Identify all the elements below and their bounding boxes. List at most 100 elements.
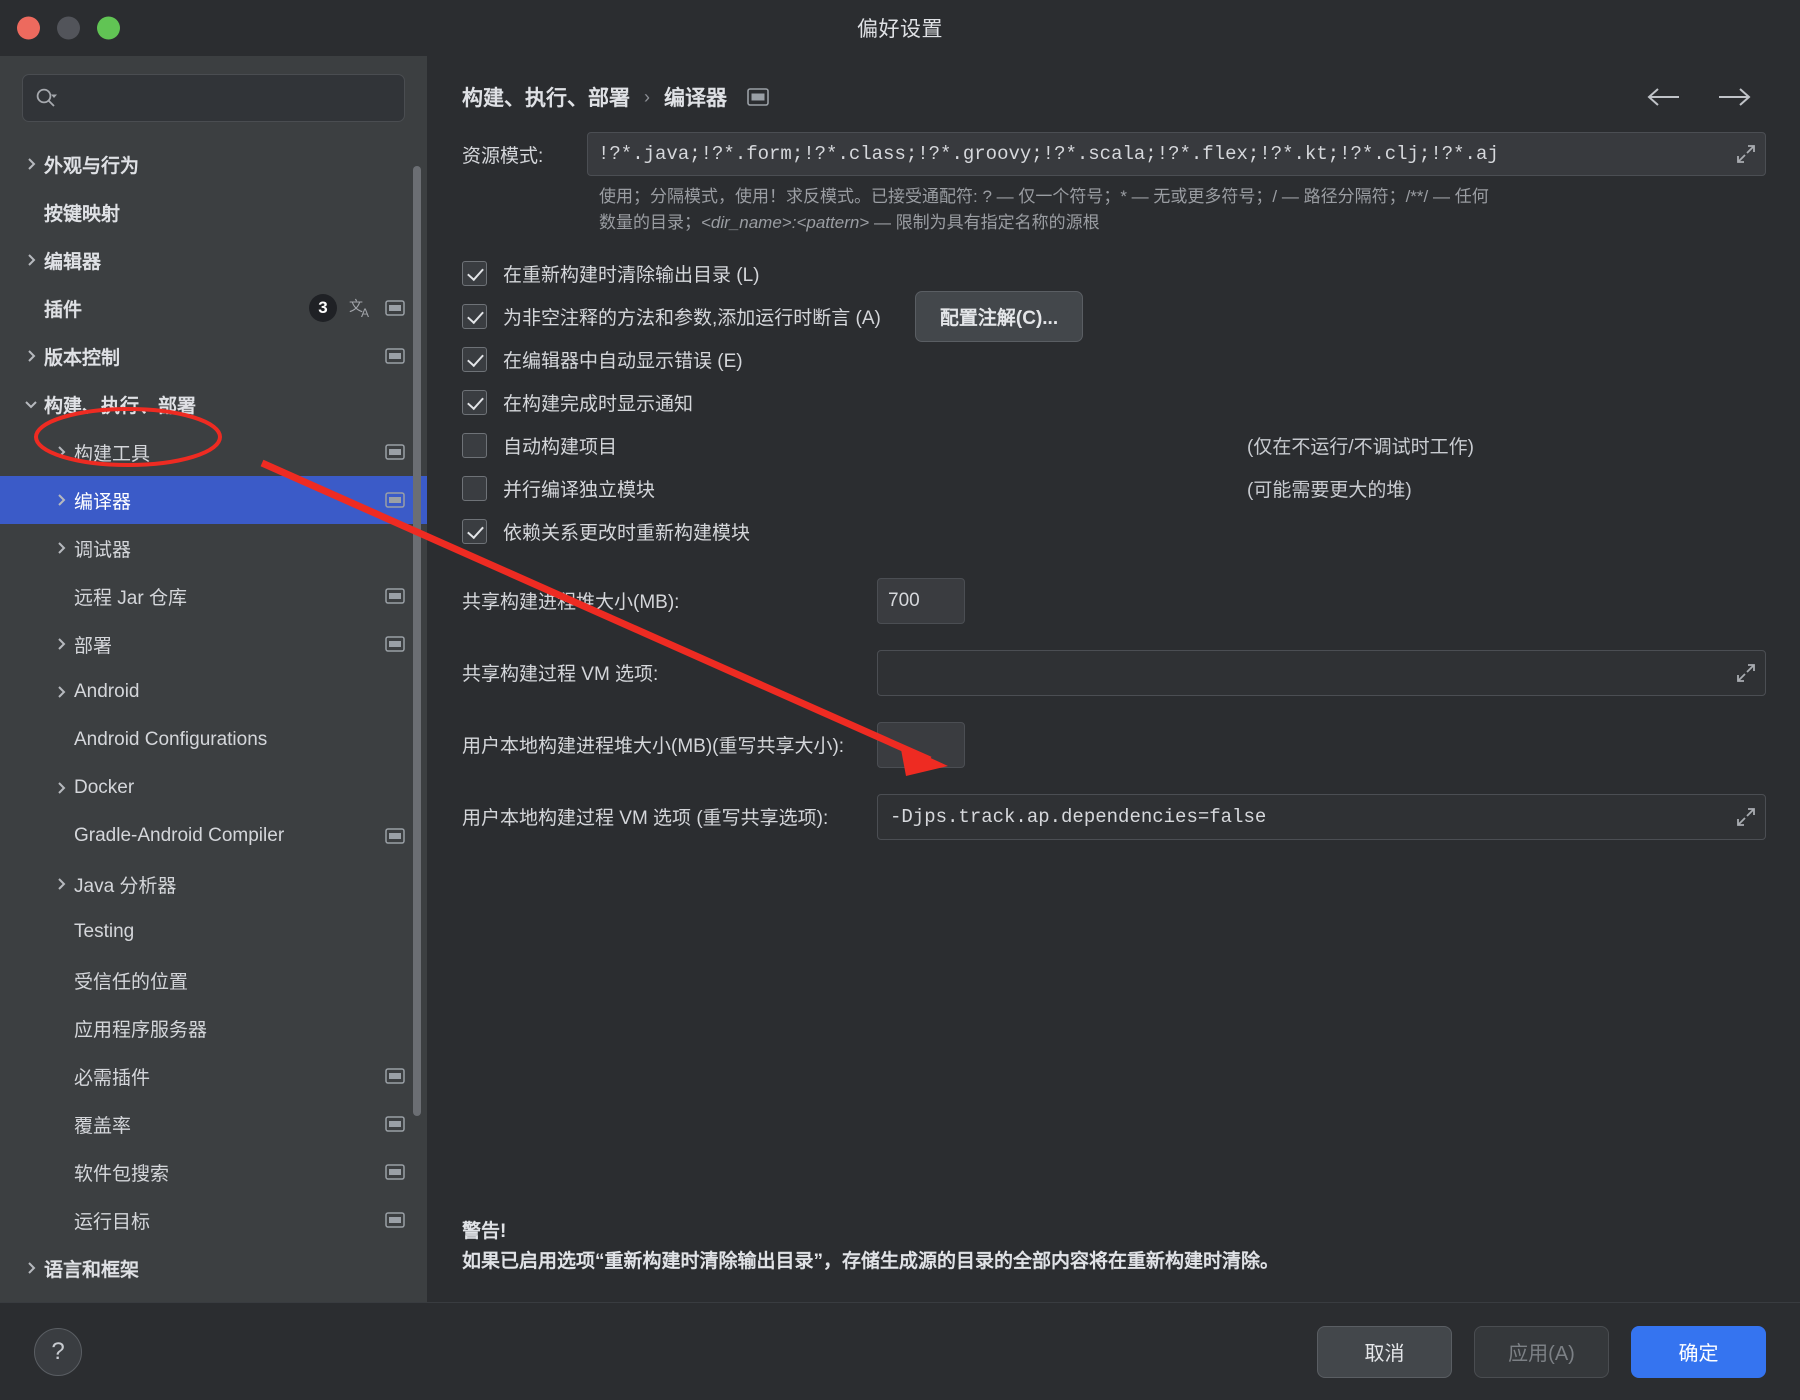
window-icon[interactable] [747,88,769,106]
zoom-button-icon[interactable] [97,16,120,40]
form-field-label: 共享构建进程堆大小(MB): [462,592,680,614]
sidebar-item[interactable]: 版本控制 [0,332,427,380]
minimize-button-icon[interactable] [57,16,80,40]
cancel-button[interactable]: 取消 [1317,1325,1452,1378]
checkbox-row[interactable]: 在重新构建时清除输出目录 (L) [462,253,1766,294]
ok-button[interactable]: 确定 [1631,1325,1766,1378]
chevron-down-icon[interactable] [18,396,44,412]
resource-patterns-input[interactable]: !?*.java;!?*.form;!?*.class;!?*.groovy;!… [587,132,1766,176]
close-button-icon[interactable] [17,16,40,40]
sidebar-item[interactable]: Android Configurations [0,716,427,764]
sidebar-item[interactable]: 部署 [0,620,427,668]
sidebar-item[interactable]: 编辑器 [0,236,427,284]
form-field-input[interactable] [877,649,1766,696]
checkbox-box[interactable] [462,346,487,372]
sidebar-item[interactable]: 远程 Jar 仓库 [0,572,427,620]
window-icon[interactable] [385,588,405,604]
sidebar-item[interactable]: 按键映射 [0,188,427,236]
form-field-input[interactable] [877,721,965,768]
sidebar-item[interactable]: 语言和框架 [0,1244,427,1292]
form-field-input[interactable]: 700 [877,577,965,624]
chevron-right-icon[interactable] [18,252,44,268]
chevron-right-icon[interactable] [48,444,74,460]
sidebar-item[interactable]: 应用程序服务器 [0,1004,427,1052]
window-icon[interactable] [385,492,405,508]
translate-icon[interactable]: 文A [349,296,375,320]
sidebar-item[interactable]: Android [0,668,427,716]
sidebar-item[interactable]: 必需插件 [0,1052,427,1100]
sidebar-item-label: 编辑器 [44,251,102,273]
chevron-right-icon[interactable] [18,156,44,172]
help-button[interactable]: ? [34,1327,82,1376]
sidebar-item-label: 语言和框架 [44,1259,140,1281]
forward-arrow-icon[interactable] [1716,86,1752,108]
sidebar-item[interactable]: Testing [0,908,427,956]
checkbox-row[interactable]: 自动构建项目 (仅在不运行/不调试时工作) [462,425,1766,466]
checkbox-box[interactable] [462,518,487,544]
chevron-right-icon[interactable] [48,780,74,796]
sidebar-item[interactable]: 插件 3 文 A [0,284,427,332]
search-input[interactable] [63,89,392,107]
checkbox-box[interactable] [462,475,487,501]
checkbox-row[interactable]: 依赖关系更改时重新构建模块 [462,511,1766,552]
apply-button[interactable]: 应用(A) [1474,1325,1609,1378]
hint-line-2b: — 限制为具有指定名称的源根 [869,213,1100,233]
configure-annotations-button[interactable]: 配置注解(C)... [914,290,1084,342]
checkbox-row[interactable]: 为非空注释的方法和参数,添加运行时断言 (A) 配置注解(C)... [462,290,1766,342]
back-arrow-icon[interactable] [1646,86,1682,108]
warning-title: 警告! [462,1221,507,1243]
window-icon[interactable] [385,1164,405,1180]
chevron-right-icon[interactable] [48,540,74,556]
sidebar-item[interactable]: 构建工具 [0,428,427,476]
expand-icon[interactable] [1735,143,1757,165]
settings-sidebar: 外观与行为 按键映射编辑器插件 3 文 A 版本控制 构建、执行、部署 构建工具 编译器 调试器远… [0,56,428,1302]
window-icon[interactable] [385,300,405,316]
checkbox-row[interactable]: 在构建完成时显示通知 [462,382,1766,423]
chevron-right-icon[interactable] [48,684,74,700]
window-icon[interactable] [385,1116,405,1132]
chevron-right-icon[interactable] [48,876,74,892]
checkbox-box[interactable] [462,260,487,286]
expand-icon[interactable] [1735,806,1757,828]
sidebar-item-label: 运行目标 [74,1211,151,1233]
window-icon[interactable] [385,348,405,364]
sidebar-item[interactable]: 编译器 [0,476,427,524]
checkbox-box[interactable] [462,389,487,415]
window-icon[interactable] [385,444,405,460]
sidebar-item[interactable]: 受信任的位置 [0,956,427,1004]
form-field-label: 用户本地构建过程 VM 选项 (重写共享选项): [462,808,829,830]
window-icon[interactable] [385,1212,405,1228]
settings-tree[interactable]: 外观与行为 按键映射编辑器插件 3 文 A 版本控制 构建、执行、部署 构建工具 编译器 调试器远… [0,136,427,1302]
checkbox-row[interactable]: 并行编译独立模块 (可能需要更大的堆) [462,468,1766,509]
chevron-right-icon[interactable] [18,1260,44,1276]
sidebar-item[interactable]: Docker [0,764,427,812]
form-field-input[interactable]: -Djps.track.ap.dependencies=false [877,793,1766,840]
window-icon[interactable] [385,828,405,844]
sidebar-item-label: Java 分析器 [74,875,177,897]
sidebar-scrollbar[interactable] [413,166,421,1116]
sidebar-item[interactable]: 调试器 [0,524,427,572]
window-icon[interactable] [385,636,405,652]
checkbox-note: (仅在不运行/不调试时工作) [1247,436,1474,458]
checkbox-box[interactable] [462,432,487,458]
sidebar-item[interactable]: 构建、执行、部署 [0,380,427,428]
sidebar-item[interactable]: Gradle-Android Compiler [0,812,427,860]
chevron-right-icon[interactable] [18,348,44,364]
sidebar-item[interactable]: 运行目标 [0,1196,427,1244]
checkbox-row[interactable]: 在编辑器中自动显示错误 (E) [462,339,1766,380]
window-icon[interactable] [385,1068,405,1084]
sidebar-item[interactable]: 覆盖率 [0,1100,427,1148]
sidebar-item[interactable]: 软件包搜索 [0,1148,427,1196]
sidebar-item[interactable]: Java 分析器 [0,860,427,908]
sidebar-item-label: Android [74,681,140,702]
checkbox-box[interactable] [462,303,487,329]
sidebar-item[interactable]: 外观与行为 [0,140,427,188]
expand-icon[interactable] [1735,662,1757,684]
chevron-right-icon[interactable] [48,636,74,652]
search-box[interactable] [22,74,405,122]
chevron-right-icon[interactable] [48,492,74,508]
nav-arrows [1646,86,1766,108]
svg-text:A: A [361,306,369,320]
sidebar-item-label: Testing [74,921,135,942]
breadcrumb-parent[interactable]: 构建、执行、部署 [462,82,630,112]
